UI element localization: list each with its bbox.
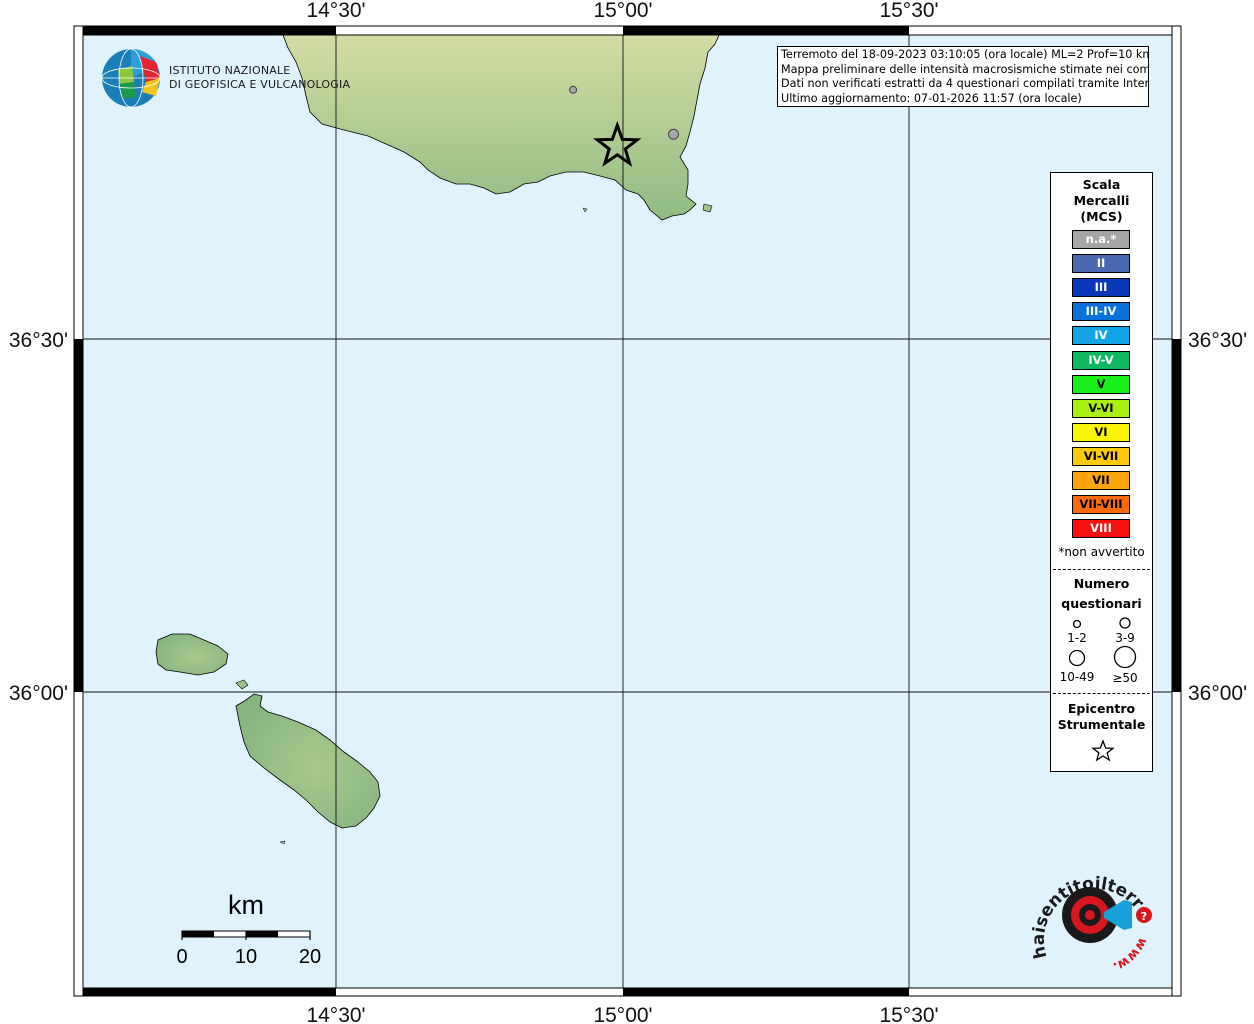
size-label-1: 1-2 (1067, 631, 1087, 645)
legend-swatch: IV (1072, 326, 1130, 346)
size-label-4: ≥50 (1112, 671, 1138, 685)
size-label-3: 10-49 (1059, 670, 1095, 684)
scale-unit: km (228, 890, 264, 920)
legend-separator (1053, 693, 1150, 694)
legend-swatch: VII (1072, 471, 1130, 490)
ingv-line2: DI GEOFISICA E VULCANOLOGIA (169, 78, 351, 91)
legend-note: *non avvertito (1058, 545, 1145, 559)
legend-swatch: VII-VIII (1072, 495, 1130, 515)
ingv-line1: ISTITUTO NAZIONALE (169, 64, 291, 77)
legend-swatch: III-IV (1072, 302, 1130, 322)
questionari-title-line: Numero (1073, 576, 1130, 591)
legend-title: Scala Mercalli (MCS) (1051, 177, 1152, 225)
lon-tick-bottom-1: 14°30' (306, 1004, 365, 1024)
legend-title-line: Scala (1082, 177, 1121, 192)
questionari-title: Numero questionari (1051, 574, 1152, 614)
lon-tick-top-2: 15°00' (593, 0, 652, 22)
size-symbol-medium (1119, 617, 1131, 629)
epicentro-title: Epicentro Strumentale (1051, 701, 1152, 733)
event-info-line4: Ultimo aggiornamento: 07-01-2026 11:57 (… (781, 91, 1082, 105)
svg-text:?: ? (1141, 910, 1147, 923)
event-info-line2: Mappa preliminare delle intensità macros… (781, 62, 1149, 76)
size-symbol-large (1068, 649, 1086, 667)
lon-tick-top-3: 15°30' (879, 0, 938, 22)
size-symbol-small (1072, 619, 1082, 629)
legend-swatch: n.a.* (1072, 230, 1130, 249)
observation-point[interactable] (668, 128, 680, 140)
event-info-box: Terremoto del 18-09-2023 03:10:05 (ora l… (777, 46, 1149, 107)
epicentro-title-line: Strumentale (1057, 717, 1146, 732)
legend-swatch: III (1072, 278, 1130, 298)
size-symbol-xlarge (1113, 645, 1137, 669)
observation-point[interactable] (569, 85, 578, 94)
lat-tick-right-1: 36°30' (1188, 329, 1247, 352)
legend-title-line: (MCS) (1080, 209, 1123, 224)
lat-tick-left-1: 36°30' (9, 329, 68, 352)
scale-label-20: 20 (299, 946, 321, 968)
size-label-2: 3-9 (1115, 631, 1135, 645)
legend-swatch: VI-VII (1072, 446, 1130, 466)
lon-tick-bottom-3: 15°30' (879, 1004, 938, 1024)
ingv-globe-icon (101, 48, 161, 108)
ingv-logo-text: ISTITUTO NAZIONALE DI GEOFISICA E VULCAN… (169, 64, 350, 92)
legend-swatch: VIII (1072, 519, 1130, 539)
legend-separator (1053, 569, 1150, 570)
legend-swatch: VI (1072, 422, 1130, 442)
scale-label-10: 10 (235, 946, 257, 968)
questionari-title-line: questionari (1061, 596, 1142, 611)
legend-swatch: V-VI (1072, 398, 1130, 418)
lat-tick-left-2: 36°00' (9, 682, 68, 705)
event-info-line3: Dati non verificati estratti da 4 questi… (781, 77, 1149, 90)
epicentro-title-line: Epicentro (1067, 701, 1136, 716)
legend-swatch: V (1072, 374, 1130, 394)
legend-swatch: II (1072, 254, 1130, 274)
lat-tick-right-2: 36°00' (1188, 682, 1247, 705)
legend-title-line: Mercalli (1073, 193, 1130, 208)
lon-tick-top-1: 14°30' (306, 0, 365, 22)
lon-tick-bottom-2: 15°00' (593, 1004, 652, 1024)
legend-panel: Scala Mercalli (MCS) n.a.* II III III-IV IV I… (1050, 172, 1153, 772)
event-info-line1: Terremoto del 18-09-2023 03:10:05 (ora l… (781, 48, 1149, 61)
epicenter-legend-star-icon (1091, 739, 1115, 762)
legend-swatch: IV-V (1072, 350, 1130, 370)
scale-label-0: 0 (176, 946, 187, 968)
